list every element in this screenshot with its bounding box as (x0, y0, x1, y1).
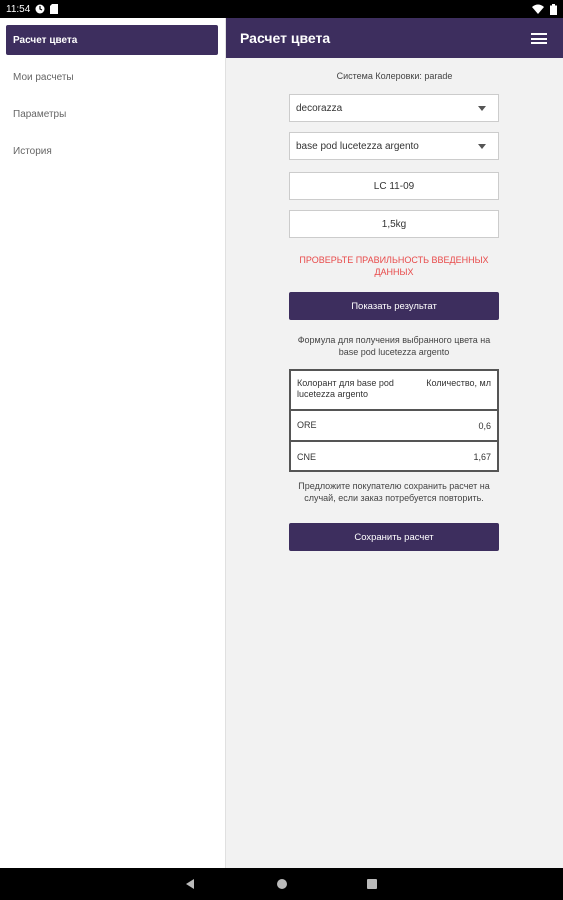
app-bar: Расчет цвета (226, 18, 563, 58)
colorant-amount: 0,6 (478, 420, 491, 431)
header-colorant: Колорант для base pod lucetezza argento (297, 378, 394, 399)
formula-table: Колорант для base pod lucetezza argento … (289, 369, 499, 472)
volume-input[interactable]: 1,5kg (289, 210, 499, 238)
sidebar-item-history[interactable]: История (6, 136, 218, 166)
system-nav-bar (0, 868, 563, 900)
wifi-icon (532, 4, 544, 14)
colorant-name: CNE (297, 451, 317, 462)
sidebar-item-label: История (13, 145, 52, 157)
sidebar-item-my-calcs[interactable]: Мои расчеты (6, 62, 218, 92)
recents-icon[interactable] (367, 879, 377, 889)
sidebar-item-parameters[interactable]: Параметры (6, 99, 218, 129)
show-result-button[interactable]: Показать результат (289, 292, 499, 320)
sidebar-item-label: Расчет цвета (13, 34, 78, 46)
sidebar-item-label: Параметры (13, 108, 67, 120)
sidebar-item-label: Мои расчеты (13, 71, 74, 83)
battery-icon (550, 3, 557, 15)
navigation-drawer: Расчет цвета Мои расчеты Параметры Истор… (0, 18, 226, 868)
sd-card-icon (50, 4, 59, 14)
chevron-down-icon (478, 106, 486, 111)
home-icon[interactable] (277, 879, 287, 889)
table-header-row: Колорант для base pod lucetezza argento … (291, 371, 497, 411)
table-row: CNE 1,67 (291, 442, 497, 472)
tinting-system-label: Система Колеровки: parade (336, 71, 453, 81)
table-row: ORE 0,6 (291, 411, 497, 442)
color-code-value: LC 11-09 (373, 180, 415, 192)
colorant-amount: 1,67 (473, 452, 491, 462)
header-amount: Количество, мл (426, 378, 491, 388)
colorant-name: ORE (297, 420, 317, 430)
app-notification-icon (35, 4, 45, 14)
save-calc-button[interactable]: Сохранить расчет (289, 523, 499, 551)
base-select-value: base pod lucetezza argento (296, 140, 419, 152)
chevron-down-icon (478, 144, 486, 149)
sidebar-item-color-calc[interactable]: Расчет цвета (6, 25, 218, 55)
menu-icon[interactable] (531, 33, 547, 44)
brand-select[interactable]: decorazza (289, 94, 499, 122)
color-code-input[interactable]: LC 11-09 (289, 172, 499, 200)
save-hint: Предложите покупателю сохранить расчет н… (298, 481, 490, 503)
validation-error: ПРОВЕРЬТЕ ПРАВИЛЬНОСТЬ ВВЕДЕННЫХ ДАННЫХ (299, 255, 489, 277)
base-select[interactable]: base pod lucetezza argento (289, 132, 499, 160)
back-icon[interactable] (186, 879, 194, 889)
volume-value: 1,5kg (381, 218, 407, 230)
page-title: Расчет цвета (240, 30, 331, 46)
brand-select-value: decorazza (296, 102, 343, 114)
main-content: Система Колеровки: parade decorazza base… (226, 58, 563, 868)
formula-caption: Формула для получения выбранного цвета н… (297, 335, 491, 357)
status-bar: 11:54 (0, 0, 563, 18)
clock: 11:54 (6, 3, 31, 15)
